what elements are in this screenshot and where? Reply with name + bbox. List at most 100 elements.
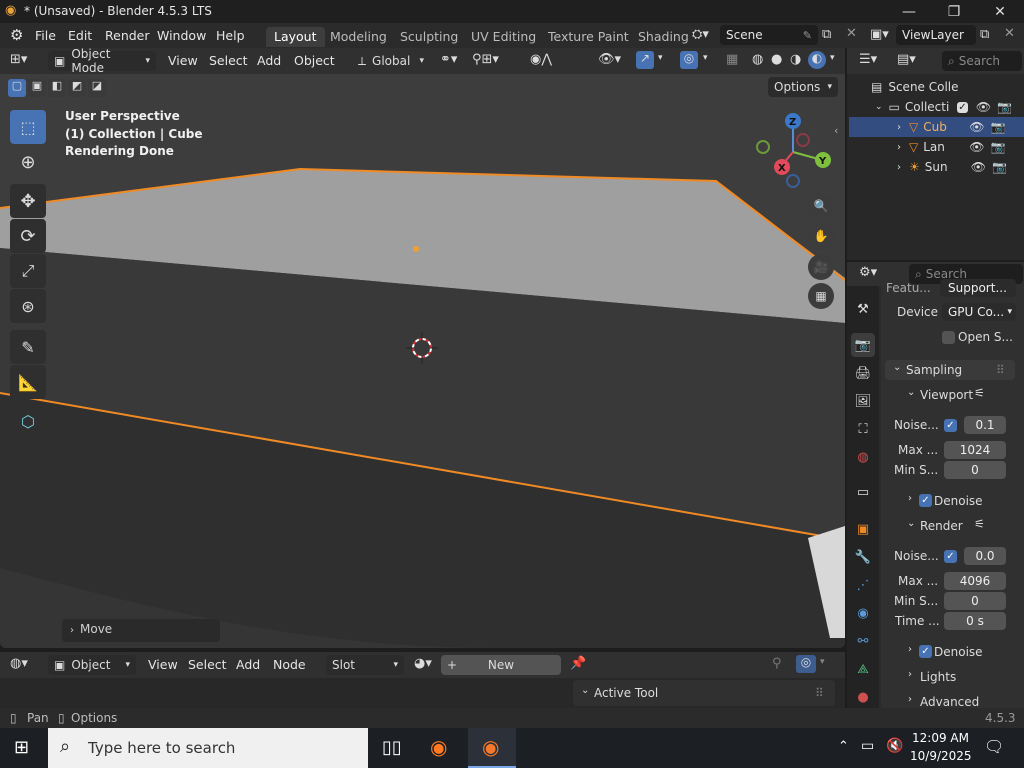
outliner-collection[interactable]: ⌄ ▭ Collecti ✓ 👁 📷 bbox=[849, 97, 1024, 117]
delete-scene-icon[interactable]: ✕ bbox=[846, 26, 857, 41]
add-cube-tool[interactable]: ⬡ bbox=[10, 404, 46, 438]
camera-view-button[interactable]: 🎥 bbox=[808, 254, 834, 280]
outliner-editor-icon[interactable]: ☰▾ bbox=[859, 52, 877, 67]
data-tab[interactable]: ⟁ bbox=[851, 657, 875, 681]
eye-icon[interactable]: 👁 bbox=[969, 120, 984, 134]
select-subtract-icon[interactable]: ◧ bbox=[48, 79, 66, 97]
sidebar-toggle-icon[interactable]: ‹ bbox=[834, 124, 838, 137]
tab-shading[interactable]: Shading bbox=[630, 27, 697, 47]
viewport-subpanel-title[interactable]: Viewport bbox=[920, 388, 973, 402]
pivot-icon[interactable]: ⚭▾ bbox=[440, 52, 457, 67]
slot-dropdown[interactable]: Slot ▾ bbox=[326, 655, 404, 675]
open-shading-checkbox[interactable] bbox=[942, 331, 955, 344]
close-button[interactable]: ✕ bbox=[977, 0, 1023, 23]
menu-window[interactable]: Window bbox=[157, 28, 206, 43]
wireframe-shading-icon[interactable]: ◍ bbox=[752, 52, 763, 67]
firefox-icon[interactable]: ◉ bbox=[430, 735, 447, 759]
scene-name-field[interactable]: Scene ✎ bbox=[720, 25, 818, 45]
outliner-scene-collection[interactable]: ▤ Scene Colle bbox=[849, 77, 1024, 97]
proportional-edit-icon[interactable]: ◉⋀ bbox=[530, 52, 552, 67]
time-limit-field[interactable]: 0 s bbox=[944, 612, 1006, 630]
chevron-right-icon[interactable]: › bbox=[897, 142, 901, 153]
outliner-search[interactable]: ⌕ Search bbox=[942, 51, 1022, 71]
camera-icon[interactable]: 📷 bbox=[992, 160, 1007, 174]
display-mode-icon[interactable]: ▤▾ bbox=[897, 52, 916, 67]
options-dropdown[interactable]: Options ▾ bbox=[768, 77, 838, 97]
chevron-right-icon[interactable]: › bbox=[897, 162, 901, 173]
pin-icon[interactable]: 📌 bbox=[570, 656, 586, 671]
viewport-denoise-checkbox[interactable]: ✓ bbox=[919, 494, 932, 507]
zoom-button[interactable]: 🔍 bbox=[808, 193, 834, 219]
taskbar-search-box[interactable]: ⌕ Type here to search bbox=[48, 728, 368, 768]
render-max-field[interactable]: 4096 bbox=[944, 572, 1006, 590]
viewport-menu-add[interactable]: Add bbox=[257, 53, 281, 68]
mode-dropdown[interactable]: ▣ Object Mode ▾ bbox=[48, 48, 156, 75]
new-scene-icon[interactable]: ⧉ bbox=[822, 27, 831, 42]
physics-tab[interactable]: ◉ bbox=[851, 601, 875, 625]
chevron-down-icon[interactable]: ▾ bbox=[658, 53, 663, 63]
measure-tool[interactable]: 📐 bbox=[10, 365, 46, 399]
network-icon[interactable]: ▭ bbox=[861, 738, 874, 754]
menu-file[interactable]: File bbox=[35, 28, 56, 43]
drag-handle-icon[interactable]: ⠿ bbox=[996, 363, 1005, 377]
overlays-toggle-icon[interactable]: ◎ bbox=[680, 51, 698, 69]
xray-icon[interactable]: ▦ bbox=[726, 52, 738, 67]
notification-icon[interactable]: 🗨 bbox=[984, 737, 1004, 756]
tab-texture-paint[interactable]: Texture Paint bbox=[540, 27, 637, 47]
view-layer-tab[interactable]: 🖼 bbox=[851, 389, 875, 413]
material-shading-icon[interactable]: ◑ bbox=[790, 52, 801, 67]
ortho-toggle-button[interactable]: ▦ bbox=[808, 283, 834, 309]
volume-muted-icon[interactable]: 🔇 bbox=[886, 738, 903, 754]
eye-icon[interactable]: 👁 bbox=[976, 100, 991, 114]
camera-icon[interactable]: 📷 bbox=[990, 140, 1005, 154]
transform-tool[interactable]: ⊛ bbox=[10, 289, 46, 323]
camera-icon[interactable]: 📷 bbox=[997, 100, 1012, 114]
outliner-item-sun[interactable]: › ☀ Sun 👁 📷 bbox=[849, 157, 1024, 177]
select-new-icon[interactable]: ▢ bbox=[8, 79, 26, 97]
move-tool[interactable]: ✥ bbox=[10, 184, 46, 218]
node-menu-add[interactable]: Add bbox=[236, 657, 260, 672]
rendered-shading-icon[interactable]: ◐ bbox=[808, 51, 826, 69]
orientation-dropdown[interactable]: ⟂ Global ▾ bbox=[352, 51, 430, 71]
shader-editor-canvas[interactable]: ⌄ Active Tool ⠿ bbox=[0, 678, 845, 708]
device-dropdown[interactable]: GPU Co... ▾ bbox=[942, 303, 1016, 321]
render-noise-checkbox[interactable]: ✓ bbox=[944, 550, 957, 563]
constraints-tab[interactable]: ⚯ bbox=[851, 629, 875, 653]
tab-modeling[interactable]: Modeling bbox=[322, 27, 395, 47]
cursor-tool[interactable]: ⊕ bbox=[10, 145, 46, 179]
editor-type-icon[interactable]: ⊞▾ bbox=[10, 52, 27, 67]
chevron-down-icon[interactable]: ▾ bbox=[830, 53, 835, 63]
chevron-right-icon[interactable]: › bbox=[897, 122, 901, 133]
viewport-noise-field[interactable]: 0.1 bbox=[964, 416, 1006, 434]
overlay-toggle-icon[interactable]: ◎ bbox=[796, 655, 816, 673]
chevron-down-icon[interactable]: ▾ bbox=[820, 657, 825, 667]
drag-handle-icon[interactable]: ⠿ bbox=[815, 686, 824, 700]
viewport-denoise-label[interactable]: Denoise bbox=[934, 494, 983, 508]
snap-icon[interactable]: ⚲⊞▾ bbox=[472, 52, 499, 67]
tab-layout[interactable]: Layout bbox=[266, 27, 325, 47]
render-noise-field[interactable]: 0.0 bbox=[964, 547, 1006, 565]
menu-help[interactable]: Help bbox=[216, 28, 245, 43]
active-tool-panel[interactable]: ⌄ Active Tool ⠿ bbox=[573, 680, 835, 706]
clock-date[interactable]: 10/9/2025 bbox=[910, 749, 972, 763]
view-layer-field[interactable]: ViewLayer bbox=[896, 25, 976, 45]
3d-viewport[interactable]: ⊞▾ ▣ Object Mode ▾ View Select Add Objec… bbox=[0, 48, 845, 648]
render-min-field[interactable]: 0 bbox=[944, 592, 1006, 610]
blender-menu-icon[interactable]: ⚙ bbox=[10, 26, 23, 44]
eye-icon[interactable]: 👁 bbox=[969, 140, 984, 154]
shader-type-dropdown[interactable]: ▣ Object ▾ bbox=[48, 655, 136, 675]
tab-uv-editing[interactable]: UV Editing bbox=[463, 27, 544, 47]
viewport-menu-object[interactable]: Object bbox=[294, 53, 335, 68]
annotate-tool[interactable]: ✎ bbox=[10, 330, 46, 364]
object-tab[interactable]: ▣ bbox=[851, 517, 875, 541]
render-tab[interactable]: 📷 bbox=[851, 333, 875, 357]
view-layer-icon[interactable]: ▣▾ bbox=[870, 27, 889, 42]
menu-render[interactable]: Render bbox=[105, 28, 150, 43]
node-menu-node[interactable]: Node bbox=[273, 657, 306, 672]
feature-set-dropdown[interactable]: Support... bbox=[940, 279, 1016, 297]
viewport-min-field[interactable]: 0 bbox=[944, 461, 1006, 479]
delete-view-layer-icon[interactable]: ✕ bbox=[1004, 26, 1015, 41]
render-denoise-checkbox[interactable]: ✓ bbox=[919, 645, 932, 658]
select-invert-icon[interactable]: ◩ bbox=[68, 79, 86, 97]
presets-icon[interactable]: ⚟ bbox=[974, 517, 985, 531]
